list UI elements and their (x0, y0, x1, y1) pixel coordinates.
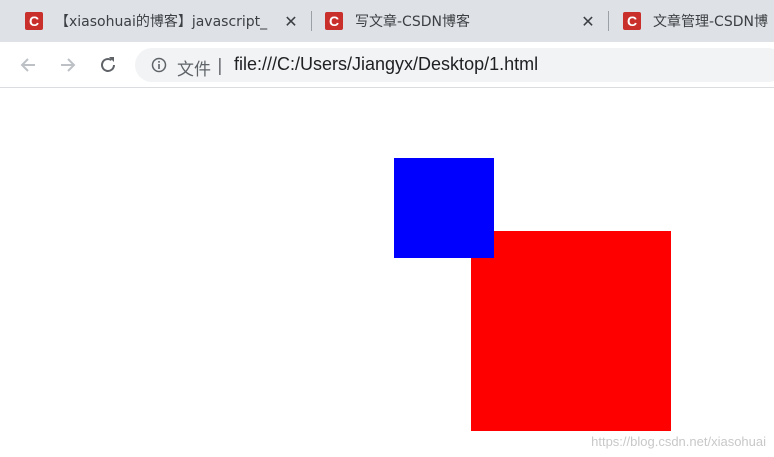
arrow-left-icon (20, 58, 35, 72)
tab-xiasohuai-blog[interactable]: C 【xiasohuai的博客】javascript_ ✕ (25, 0, 300, 42)
red-square (471, 231, 671, 431)
close-tab-icon[interactable]: ✕ (579, 12, 597, 31)
tab-separator (311, 11, 312, 31)
page-content: https://blog.csdn.net/xiasohuai (0, 89, 774, 457)
csdn-favicon-icon: C (25, 12, 43, 30)
tab-title: 文章管理-CSDN博 (653, 14, 768, 30)
tab-title: 写文章-CSDN博客 (355, 14, 470, 30)
scheme-separator: | (217, 56, 223, 76)
info-icon[interactable] (151, 57, 167, 73)
back-button[interactable] (16, 53, 40, 77)
tab-article-management[interactable]: C 文章管理-CSDN博 (623, 0, 774, 42)
tab-write-article[interactable]: C 写文章-CSDN博客 ✕ (325, 0, 597, 42)
csdn-favicon-icon: C (623, 12, 641, 30)
blue-square (394, 158, 494, 258)
forward-button[interactable] (56, 53, 80, 77)
browser-toolbar: 文件 | file:///C:/Users/Jiangyx/Desktop/1.… (0, 42, 774, 88)
reload-button[interactable] (96, 53, 120, 77)
tab-title: 【xiasohuai的博客】javascript_ (55, 14, 268, 30)
reload-icon (101, 57, 115, 72)
close-tab-icon[interactable]: ✕ (282, 12, 300, 31)
address-bar[interactable]: 文件 | file:///C:/Users/Jiangyx/Desktop/1.… (135, 48, 774, 82)
csdn-favicon-icon: C (325, 12, 343, 30)
tab-strip: C 【xiasohuai的博客】javascript_ ✕ C 写文章-CSDN… (0, 0, 774, 42)
arrow-right-icon (61, 58, 76, 72)
scheme-label: 文件 (177, 60, 211, 80)
url-text[interactable]: file:///C:/Users/Jiangyx/Desktop/1.html (234, 54, 538, 75)
tab-separator (608, 11, 609, 31)
watermark: https://blog.csdn.net/xiasohuai (591, 434, 766, 449)
